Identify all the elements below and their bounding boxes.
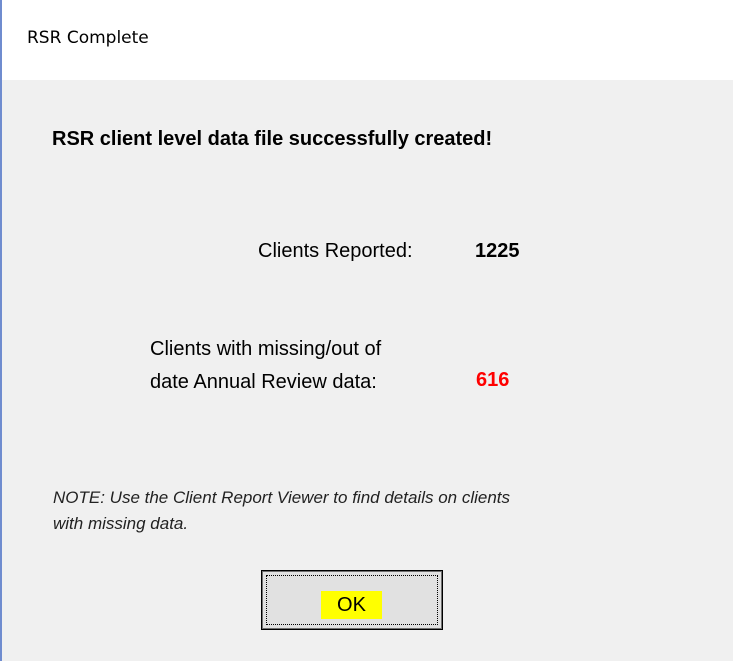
title-bar[interactable]: RSR Complete: [0, 0, 733, 80]
missing-data-label-line: Clients with missing/out of: [150, 338, 382, 360]
note-line: with missing data.: [53, 514, 189, 533]
missing-data-label: Clients with missing/out of date Annual …: [150, 333, 381, 399]
missing-data-count: 616: [476, 369, 510, 391]
note-text: NOTE: Use the Client Report Viewer to fi…: [53, 485, 673, 537]
clients-reported-label: Clients Reported:: [258, 240, 413, 262]
ok-button[interactable]: OK: [261, 570, 443, 630]
rsr-complete-dialog: RSR Complete RSR client level data file …: [0, 0, 733, 661]
clients-reported-value: 1225: [475, 240, 520, 262]
window-title: RSR Complete: [27, 28, 149, 48]
note-line: NOTE: Use the Client Report Viewer to fi…: [53, 488, 511, 507]
ok-button-label: OK: [321, 591, 382, 619]
success-heading: RSR client level data file successfully …: [52, 128, 493, 150]
missing-data-label-line: date Annual Review data:: [150, 371, 377, 393]
